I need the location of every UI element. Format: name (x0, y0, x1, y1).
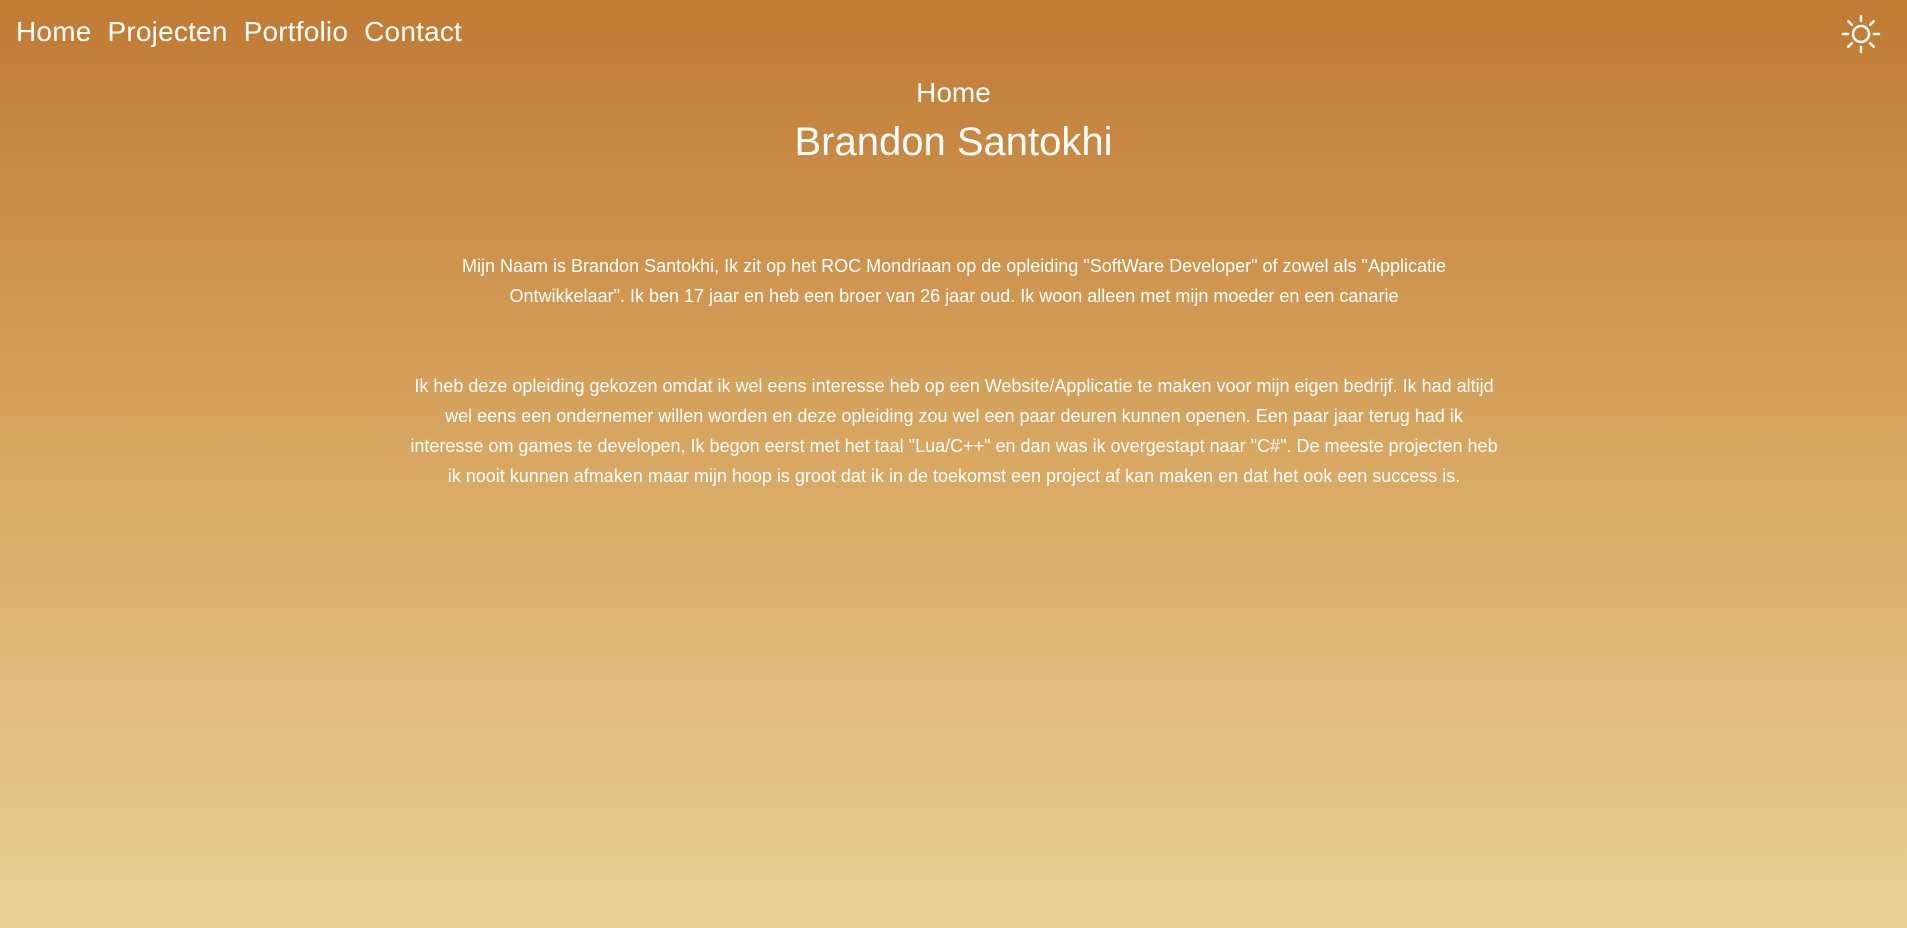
page-label: Home (916, 77, 991, 108)
nav-link-portfolio[interactable]: Portfolio (244, 12, 349, 52)
motivation-section: Ik heb deze opleiding gekozen omdat ik w… (410, 371, 1498, 491)
motivation-paragraph: Ik heb deze opleiding gekozen omdat ik w… (410, 376, 1498, 486)
intro-section: Mijn Naam is Brandon Santokhi, Ik zit op… (410, 251, 1498, 311)
nav-link-projecten[interactable]: Projecten (108, 12, 228, 52)
nav-link-contact[interactable]: Contact (364, 12, 462, 52)
page-title: Brandon Santokhi (794, 120, 1113, 164)
page-header: Home Brandon Santokhi (0, 74, 1907, 168)
theme-toggle-button[interactable] (1839, 12, 1883, 56)
main-nav: Home Projecten Portfolio Contact (16, 12, 462, 52)
intro-paragraph: Mijn Naam is Brandon Santokhi, Ik zit op… (462, 256, 1446, 306)
nav-link-home[interactable]: Home (16, 12, 92, 52)
sun-icon (1841, 14, 1881, 54)
